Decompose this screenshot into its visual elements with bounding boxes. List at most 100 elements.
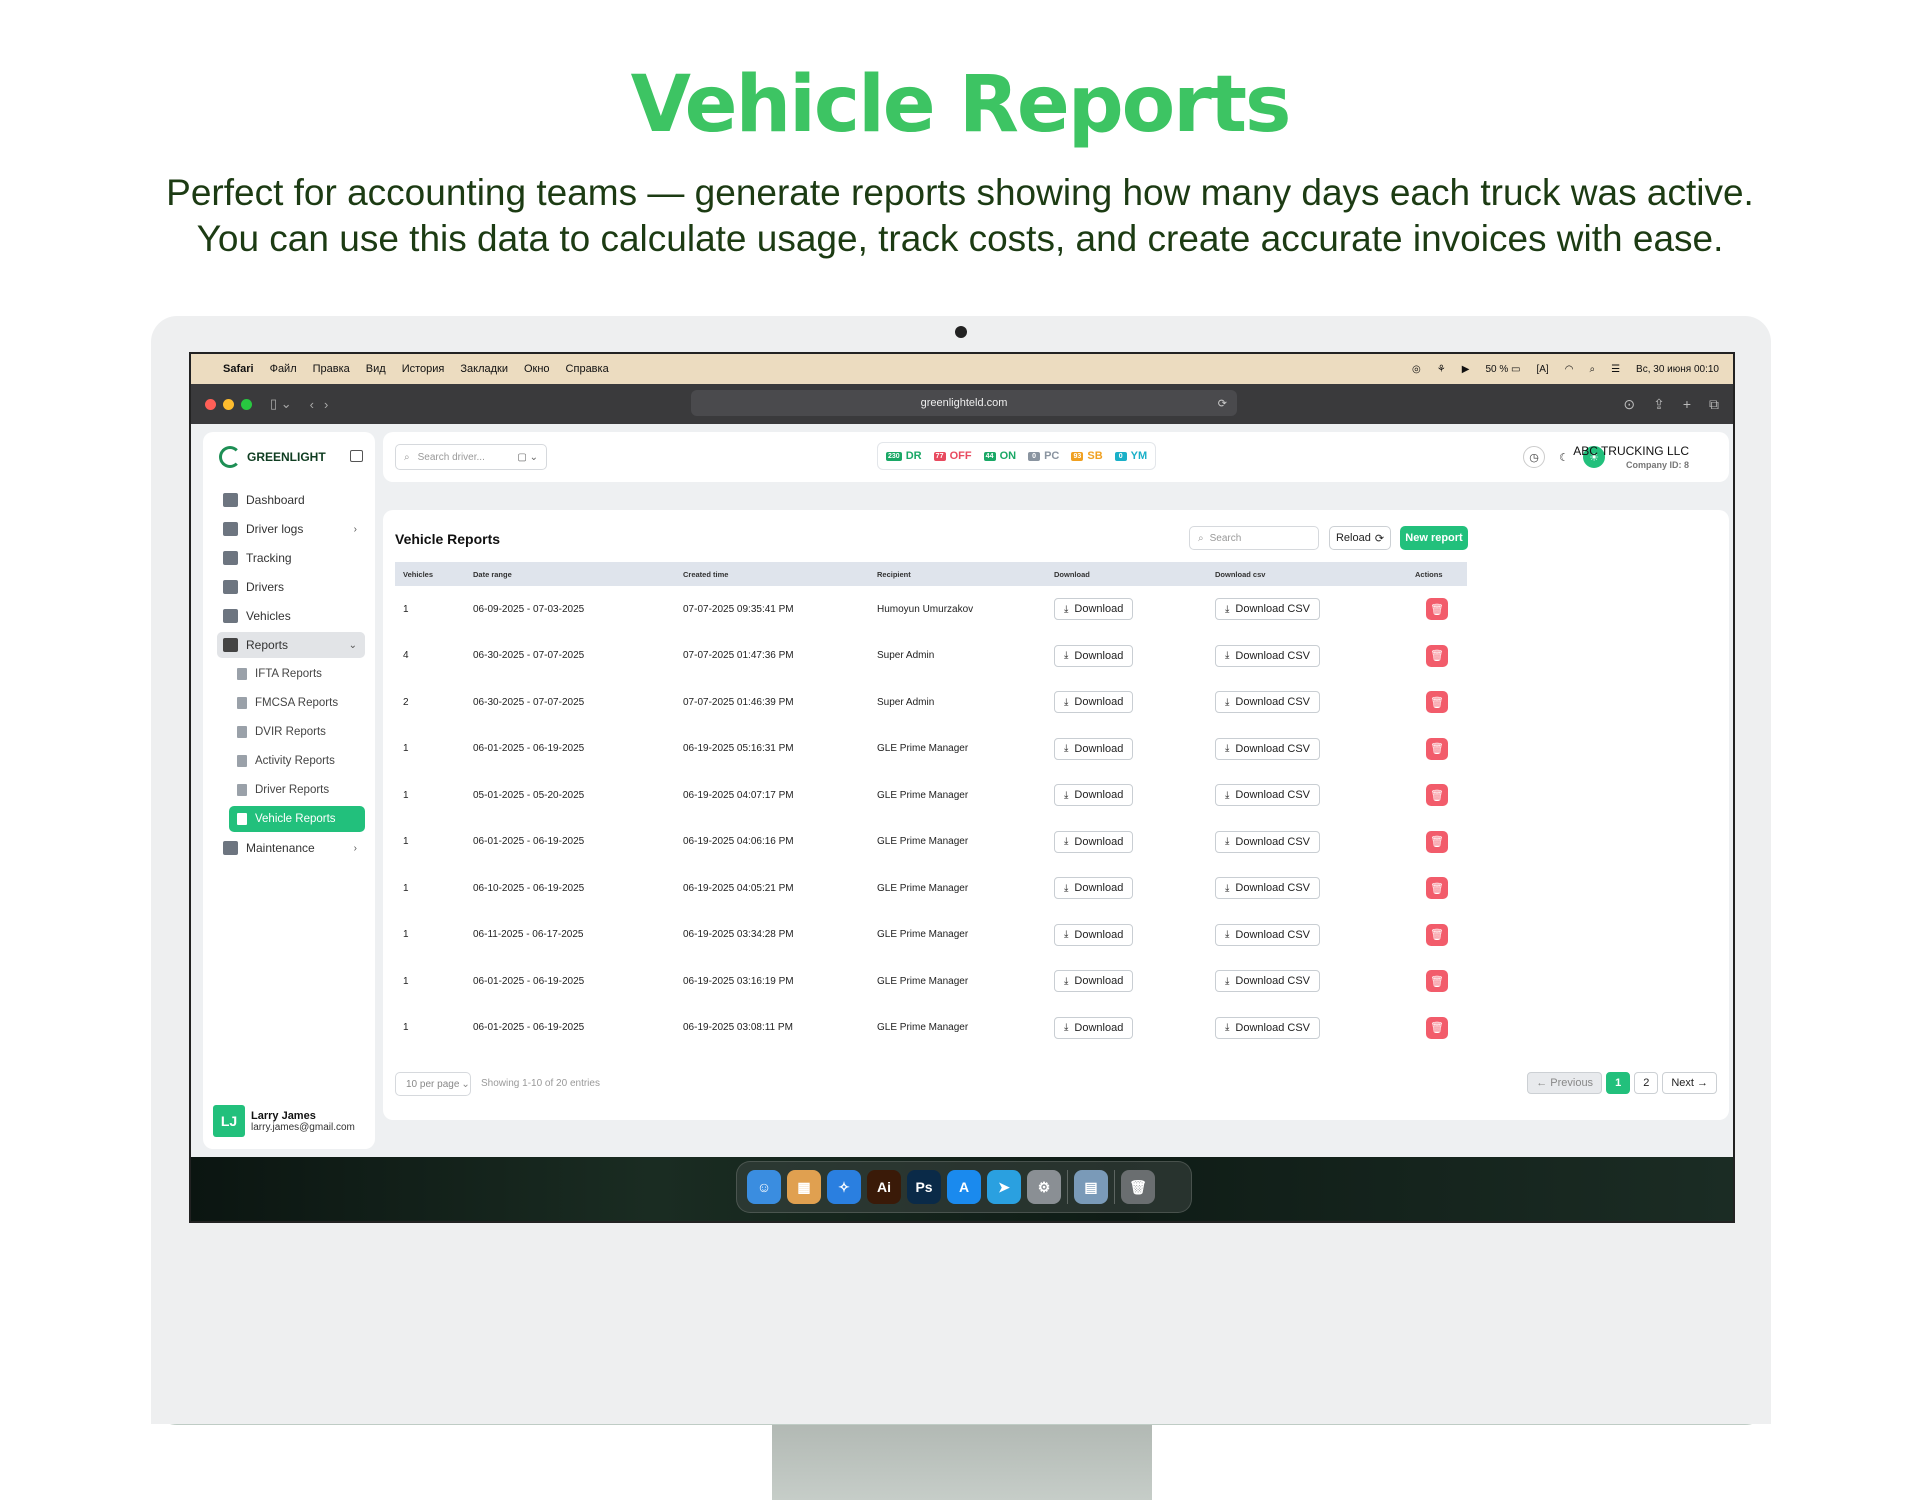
sidebar-item-driver-reports[interactable]: Driver Reports (229, 777, 365, 803)
sidebar-item-dvir-reports[interactable]: DVIR Reports (229, 719, 365, 745)
search-input[interactable]: ⌕ Search (1189, 526, 1319, 550)
col-created-time[interactable]: Created time (675, 562, 869, 586)
airdrop-icon[interactable]: ⚘ (1437, 364, 1446, 375)
status-on[interactable]: 44 ON (983, 450, 1016, 462)
status-ym[interactable]: 0 YM (1114, 450, 1147, 462)
preview-icon[interactable]: ▤ (1074, 1170, 1108, 1204)
settings-icon[interactable]: ⚙ (1027, 1170, 1061, 1204)
per-page-select[interactable]: 10 per page ⌄ (395, 1072, 471, 1096)
sidebar-item-fmcsa-reports[interactable]: FMCSA Reports (229, 690, 365, 716)
status-sb[interactable]: 93 SB (1071, 450, 1103, 462)
download-csv-button[interactable]: ⤓ Download CSV (1215, 737, 1321, 760)
illustrator-icon[interactable]: Ai (867, 1170, 901, 1204)
new-tab-icon[interactable]: + (1683, 396, 1691, 412)
download-csv-button[interactable]: ⤓ Download CSV (1215, 923, 1321, 946)
collapse-sidebar-icon[interactable] (350, 450, 363, 462)
new-report-button[interactable]: New report (1400, 526, 1468, 550)
status-pc[interactable]: 0 PC (1028, 450, 1059, 462)
address-bar[interactable]: greenlighteld.com ⟳ (691, 390, 1237, 416)
delete-report-button[interactable]: 🗑 (1426, 784, 1448, 807)
download-button[interactable]: ⤓ Download (1054, 830, 1134, 853)
delete-report-button[interactable]: 🗑 (1426, 1016, 1448, 1039)
wifi-icon[interactable]: ◠ (1565, 364, 1574, 375)
status-dr[interactable]: 230 DR (886, 450, 922, 462)
download-button[interactable]: ⤓ Download (1054, 784, 1134, 807)
sidebar-item-reports[interactable]: Reports ⌄ (217, 632, 365, 658)
menu-window[interactable]: Окно (524, 363, 550, 375)
telegram-icon[interactable]: ➤ (987, 1170, 1021, 1204)
col-date-range[interactable]: Date range (465, 562, 675, 586)
close-window-button[interactable] (205, 398, 216, 410)
download-button[interactable]: ⤓ Download (1054, 877, 1134, 900)
menubar-clock[interactable]: Вс, 30 июня 00:10 (1636, 364, 1719, 375)
company-info[interactable]: ABC TRUCKING LLC Company ID: 8 (1573, 444, 1689, 470)
downloads-icon[interactable]: ⊙ (1623, 396, 1635, 413)
download-csv-button[interactable]: ⤓ Download CSV (1215, 830, 1321, 853)
download-csv-button[interactable]: ⤓ Download CSV (1215, 691, 1321, 714)
launchpad-icon[interactable]: ▦ (787, 1170, 821, 1204)
dark-mode-icon[interactable]: ☾ (1553, 446, 1575, 468)
delete-report-button[interactable]: 🗑 (1426, 923, 1448, 946)
trash-icon[interactable]: 🗑 (1121, 1170, 1155, 1204)
delete-report-button[interactable]: 🗑 (1426, 598, 1448, 621)
col-vehicles[interactable]: Vehicles (395, 562, 465, 586)
zoom-window-button[interactable] (241, 398, 252, 410)
sidebar-toggle-icon[interactable]: ▯ ⌄ (270, 396, 292, 412)
user-profile[interactable]: LJ Larry James larry.james@gmail.com (213, 1105, 355, 1137)
download-button[interactable]: ⤓ Download (1054, 923, 1134, 946)
download-button[interactable]: ⤓ Download (1054, 644, 1134, 667)
status-off[interactable]: 77 OFF (933, 450, 972, 462)
download-csv-button[interactable]: ⤓ Download CSV (1215, 1016, 1321, 1039)
safari-icon[interactable]: ✧ (827, 1170, 861, 1204)
menu-view[interactable]: Вид (366, 363, 386, 375)
reload-button[interactable]: Reload ⟳ (1329, 526, 1391, 550)
keyboard-icon[interactable]: [A] (1536, 364, 1548, 375)
clock-icon[interactable]: ◷ (1523, 446, 1545, 468)
col-download[interactable]: Download (1046, 562, 1207, 586)
share-icon[interactable]: ⇪ (1653, 396, 1665, 413)
app-store-icon[interactable]: A (947, 1170, 981, 1204)
page-2-button[interactable]: 2 (1634, 1072, 1659, 1094)
photoshop-icon[interactable]: Ps (907, 1170, 941, 1204)
col-download-csv[interactable]: Download csv (1207, 562, 1407, 586)
forward-icon[interactable]: › (324, 397, 328, 412)
back-icon[interactable]: ‹ (310, 397, 314, 412)
delete-report-button[interactable]: 🗑 (1426, 691, 1448, 714)
download-button[interactable]: ⤓ Download (1054, 970, 1134, 993)
sidebar-item-ifta-reports[interactable]: IFTA Reports (229, 661, 365, 687)
download-csv-button[interactable]: ⤓ Download CSV (1215, 598, 1321, 621)
sidebar-item-tracking[interactable]: Tracking (217, 545, 365, 571)
reload-page-icon[interactable]: ⟳ (1218, 397, 1227, 410)
delete-report-button[interactable]: 🗑 (1426, 877, 1448, 900)
page-1-button[interactable]: 1 (1606, 1072, 1631, 1094)
download-csv-button[interactable]: ⤓ Download CSV (1215, 970, 1321, 993)
play-icon[interactable]: ▶ (1462, 364, 1470, 375)
sidebar-item-dashboard[interactable]: Dashboard (217, 487, 365, 513)
menu-history[interactable]: История (402, 363, 445, 375)
menu-bookmarks[interactable]: Закладки (460, 363, 508, 375)
sidebar-item-activity-reports[interactable]: Activity Reports (229, 748, 365, 774)
brand-logo[interactable]: GREENLIGHT (219, 446, 326, 468)
status-app-icon[interactable]: ◎ (1412, 364, 1421, 375)
delete-report-button[interactable]: 🗑 (1426, 644, 1448, 667)
delete-report-button[interactable]: 🗑 (1426, 830, 1448, 853)
download-csv-button[interactable]: ⤓ Download CSV (1215, 877, 1321, 900)
col-actions[interactable]: Actions (1407, 562, 1467, 586)
sidebar-item-driver-logs[interactable]: Driver logs › (217, 516, 365, 542)
menu-file[interactable]: Файл (270, 363, 297, 375)
sidebar-item-vehicles[interactable]: Vehicles (217, 603, 365, 629)
spotlight-icon[interactable]: ⌕ (1589, 364, 1595, 375)
delete-report-button[interactable]: 🗑 (1426, 737, 1448, 760)
download-button[interactable]: ⤓ Download (1054, 691, 1134, 714)
previous-page-button[interactable]: ← Previous (1527, 1072, 1603, 1094)
menu-safari[interactable]: Safari (223, 363, 254, 375)
download-button[interactable]: ⤓ Download (1054, 737, 1134, 760)
clipboard-dropdown-icon[interactable]: ▢ ⌄ (517, 452, 538, 463)
download-button[interactable]: ⤓ Download (1054, 598, 1134, 621)
col-recipient[interactable]: Recipient (869, 562, 1046, 586)
sidebar-item-vehicle-reports[interactable]: Vehicle Reports (229, 806, 365, 832)
delete-report-button[interactable]: 🗑 (1426, 970, 1448, 993)
download-button[interactable]: ⤓ Download (1054, 1016, 1134, 1039)
tabs-overview-icon[interactable]: ⧉ (1709, 396, 1719, 413)
download-csv-button[interactable]: ⤓ Download CSV (1215, 784, 1321, 807)
